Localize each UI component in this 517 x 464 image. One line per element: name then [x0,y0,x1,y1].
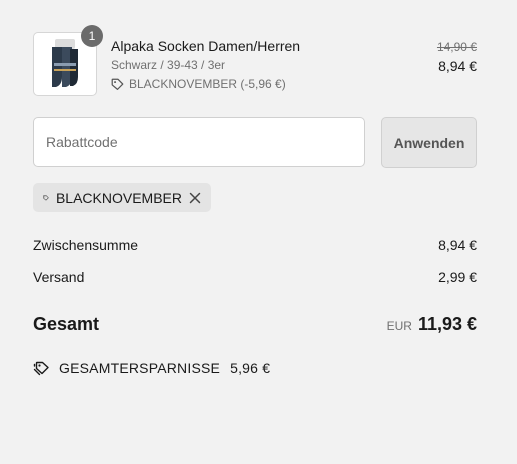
total-value: 11,93 € [417,314,477,334]
applied-discount-code: BLACKNOVEMBER [55,189,182,206]
apply-discount-button[interactable]: Anwenden [381,117,477,168]
product-variant: Schwarz / 39-43 / 3er [111,58,226,72]
remove-discount-button[interactable] [189,192,201,204]
total-savings: GESAMTERSPARNISSE 5,96 € [33,360,270,376]
total-amount: EUR 11,93 € [387,314,477,335]
total-label: Gesamt [33,314,100,334]
item-discount-label: BLACKNOVEMBER (-5,96 €) [129,77,286,91]
final-price: 8,94 € [438,58,477,74]
total-currency: EUR [386,319,412,333]
savings-label: GESAMTERSPARNISSE [59,360,221,376]
total-row: Gesamt EUR 11,93 € [33,314,477,335]
tag-icon [111,78,124,90]
subtotal-value: 8,94 € [438,237,477,253]
product-name: Alpaka Socken Damen/Herren [111,38,301,54]
applied-discount-tag: BLACKNOVEMBER [33,183,211,212]
discount-code-input[interactable] [33,117,365,167]
subtotal-label: Zwischensumme [33,237,139,253]
original-price: 14,90 € [436,40,477,54]
shipping-value: 2,99 € [438,269,477,285]
line-item: 1 Alpaka Socken Damen/Herren Schwarz / 3… [33,25,477,96]
shipping-row: Versand 2,99 € [33,269,477,285]
subtotal-row: Zwischensumme 8,94 € [33,237,477,253]
item-discount: BLACKNOVEMBER (-5,96 €) [111,77,286,91]
savings-amount: 5,96 € [230,360,271,376]
shipping-label: Versand [33,269,85,285]
tag-icon [43,194,49,200]
close-icon [189,192,201,203]
quantity-badge: 1 [81,25,103,47]
tags-icon [33,361,49,376]
